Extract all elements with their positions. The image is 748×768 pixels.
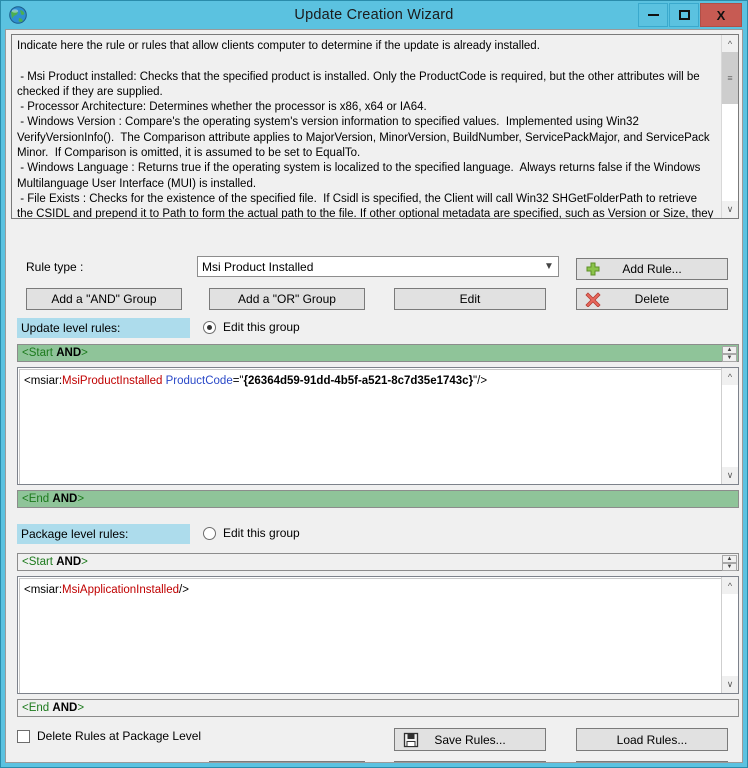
xml-attribute-name: ProductCode — [162, 375, 233, 387]
update-level-start-and-bar[interactable]: < Start AND > ▲ ▼ — [17, 344, 739, 362]
floppy-disk-icon — [403, 732, 419, 748]
end-and-keyword: End — [28, 493, 50, 505]
scroll-thumb[interactable]: ≡ — [722, 52, 738, 104]
package-level-radio-label: Edit this group — [223, 526, 300, 540]
pkg-xml-prefix: <msiar: — [24, 584, 63, 596]
pkg-end-and-keyword: End — [28, 702, 50, 714]
xml-scroll-track[interactable] — [722, 385, 738, 467]
package-level-xml-editor[interactable]: <msiar:MsiApplicationInstalled/> ^ ∨ — [17, 576, 739, 694]
scroll-track[interactable]: ≡ — [722, 52, 738, 201]
update-level-xml-editor[interactable]: <msiar:MsiProductInstalled ProductCode="… — [17, 367, 739, 485]
xml-prefix: <msiar: — [24, 375, 63, 387]
spinner-up-icon[interactable]: ▲ — [722, 346, 737, 354]
client-area: Indicate here the rule or rules that all… — [5, 29, 743, 763]
previous-button[interactable]: Previous — [209, 761, 365, 762]
pkg-end-and-close: > — [77, 702, 85, 714]
plus-icon — [585, 261, 601, 277]
close-button[interactable]: X — [700, 3, 742, 27]
rule-type-selected-value: Msi Product Installed — [202, 259, 314, 274]
xml-equals: =" — [232, 375, 244, 387]
package-level-xml-scrollbar[interactable]: ^ ∨ — [721, 577, 738, 693]
update-level-xml-scrollbar[interactable]: ^ ∨ — [721, 368, 738, 484]
update-level-xml-text[interactable]: <msiar:MsiProductInstalled ProductCode="… — [19, 369, 721, 484]
update-level-radio-label: Edit this group — [223, 320, 300, 334]
xml-suffix: "/> — [473, 375, 488, 387]
pkg-xml-scroll-track[interactable] — [722, 594, 738, 676]
pkg-xml-tag-name: MsiApplicationInstalled — [62, 584, 180, 596]
delete-button[interactable]: Delete — [576, 288, 728, 310]
description-scrollbar[interactable]: ^ ≡ ∨ — [721, 35, 738, 218]
pkg-start-and-open: < — [22, 556, 29, 568]
add-and-group-button[interactable]: Add a "AND" Group — [26, 288, 182, 310]
pkg-xml-scroll-up-icon[interactable]: ^ — [722, 577, 738, 594]
delete-x-icon — [585, 291, 601, 308]
start-and-keyword: Start — [28, 347, 54, 359]
add-rule-button[interactable]: Add Rule... — [576, 258, 728, 280]
start-and-operator: AND — [56, 347, 82, 359]
minimize-button[interactable] — [638, 3, 668, 27]
window-title: Update Creation Wizard — [294, 7, 454, 23]
window-controls: X — [637, 3, 742, 27]
delete-rules-label: Delete Rules at Package Level — [37, 729, 202, 743]
pkg-start-and-keyword: Start — [28, 556, 54, 568]
description-text: Indicate here the rule or rules that all… — [17, 40, 714, 218]
package-level-end-and-bar[interactable]: < End AND > — [17, 699, 739, 717]
pkg-xml-suffix: /> — [179, 584, 189, 596]
radio-button-update-level[interactable] — [203, 320, 216, 334]
update-level-spinner[interactable]: ▲ ▼ — [722, 346, 737, 362]
xml-attribute-value: {26364d59-91dd-4b5f-a521-8c7d35e1743c} — [243, 375, 474, 387]
pkg-xml-scroll-down-icon[interactable]: ∨ — [722, 676, 738, 693]
globe-icon — [8, 5, 28, 25]
update-level-end-and-bar[interactable]: < End AND > — [17, 490, 739, 508]
update-level-label: Update level rules: — [17, 318, 190, 338]
package-level-edit-radio-row[interactable]: Edit this group — [203, 526, 300, 540]
delete-rules-checkbox-row[interactable]: Delete Rules at Package Level — [17, 729, 201, 743]
end-and-open: < — [22, 493, 29, 505]
delete-rules-checkbox[interactable] — [17, 729, 30, 743]
package-level-label: Package level rules: — [17, 524, 190, 544]
save-rules-label: Save Rules... — [434, 732, 506, 747]
xml-tag-name: MsiProductInstalled — [62, 375, 163, 387]
next-button[interactable]: Next — [576, 761, 728, 762]
pkg-end-and-open: < — [22, 702, 29, 714]
update-creation-wizard-window: Update Creation Wizard X Indicate here t… — [0, 0, 748, 768]
rule-type-label: Rule type : — [26, 260, 84, 274]
pkg-spinner-down-icon[interactable]: ▼ — [722, 563, 737, 571]
title-bar: Update Creation Wizard X — [1, 1, 747, 29]
radio-button-package-level[interactable] — [203, 526, 216, 540]
maximize-button[interactable] — [669, 3, 699, 27]
minimize-icon — [647, 14, 659, 16]
pkg-spinner-up-icon[interactable]: ▲ — [722, 555, 737, 563]
end-and-operator: AND — [52, 493, 78, 505]
xml-scroll-up-icon[interactable]: ^ — [722, 368, 738, 385]
add-rule-label: Add Rule... — [622, 262, 682, 276]
pkg-end-and-operator: AND — [52, 702, 78, 714]
xml-scroll-down-icon[interactable]: ∨ — [722, 467, 738, 484]
package-level-spinner[interactable]: ▲ ▼ — [722, 555, 737, 571]
start-and-close: > — [81, 347, 88, 359]
package-level-start-and-bar[interactable]: < Start AND > ▲ ▼ — [17, 553, 739, 571]
spinner-down-icon[interactable]: ▼ — [722, 354, 737, 362]
scroll-up-icon[interactable]: ^ — [722, 35, 738, 52]
rule-type-combobox[interactable]: Msi Product Installed ▼ — [197, 256, 559, 277]
pkg-start-and-operator: AND — [56, 556, 82, 568]
pkg-start-and-close: > — [81, 556, 88, 568]
add-or-group-button[interactable]: Add a "OR" Group — [209, 288, 365, 310]
edit-button[interactable]: Edit — [394, 288, 546, 310]
start-and-open: < — [22, 347, 29, 359]
description-pane: Indicate here the rule or rules that all… — [11, 34, 739, 219]
chevron-down-icon[interactable]: ▼ — [540, 261, 558, 272]
delete-label: Delete — [634, 292, 670, 306]
cancel-button[interactable]: Cancel — [394, 761, 546, 762]
save-rules-button[interactable]: Save Rules... — [394, 728, 546, 751]
update-level-edit-radio-row[interactable]: Edit this group — [203, 320, 300, 334]
scroll-down-icon[interactable]: ∨ — [722, 201, 738, 218]
maximize-icon — [678, 10, 690, 20]
package-level-xml-text[interactable]: <msiar:MsiApplicationInstalled/> — [19, 578, 721, 693]
load-rules-button[interactable]: Load Rules... — [576, 728, 728, 751]
end-and-close: > — [77, 493, 85, 505]
